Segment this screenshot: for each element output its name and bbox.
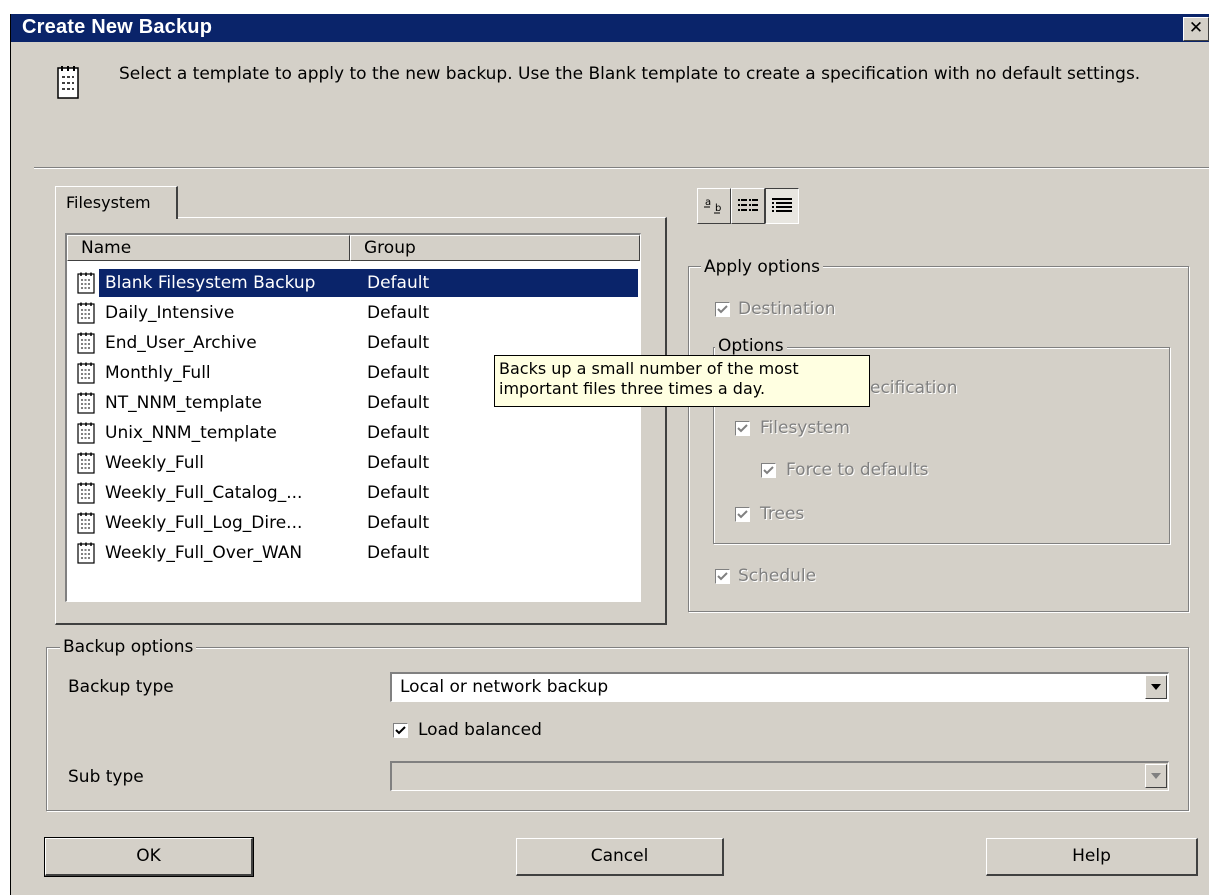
list-item-name: NT_NNM_template bbox=[105, 393, 262, 413]
close-button[interactable]: ✕ bbox=[1183, 17, 1209, 41]
backup-options-legend: Backup options bbox=[60, 637, 197, 657]
ok-button[interactable]: OK bbox=[44, 837, 254, 877]
list-item-name: Weekly_Full_Log_Dire... bbox=[105, 513, 303, 533]
force-defaults-checkbox[interactable] bbox=[761, 463, 776, 478]
template-icon bbox=[77, 302, 95, 324]
template-icon bbox=[77, 392, 95, 414]
destination-label: Destination bbox=[738, 299, 836, 319]
apply-options-legend: Apply options bbox=[701, 257, 824, 277]
trees-checkbox[interactable] bbox=[735, 507, 750, 522]
template-document-icon bbox=[57, 66, 79, 99]
load-balanced-checkbox[interactable] bbox=[393, 723, 408, 738]
load-balanced-label: Load balanced bbox=[418, 720, 542, 740]
list-view-icon bbox=[738, 199, 758, 211]
backup-type-label: Backup type bbox=[68, 677, 174, 697]
tooltip-line-2: important files three times a day. bbox=[499, 379, 766, 398]
checkmark-icon bbox=[717, 572, 728, 581]
force-defaults-label: Force to defaults bbox=[786, 460, 929, 480]
dropdown-arrow-icon[interactable] bbox=[1145, 764, 1167, 788]
list-item[interactable]: End_User_Archive Default bbox=[75, 329, 638, 357]
filesystem-checkbox[interactable] bbox=[735, 421, 750, 436]
list-item-name: Weekly_Full bbox=[105, 453, 204, 473]
list-item[interactable]: Weekly_Full Default bbox=[75, 449, 638, 477]
options-legend: Options bbox=[715, 336, 787, 356]
template-icon bbox=[77, 482, 95, 504]
tab-filesystem[interactable]: Filesystem bbox=[55, 186, 178, 219]
header-separator bbox=[34, 167, 1209, 169]
tooltip-line-1: Backs up a small number of the most bbox=[499, 359, 799, 378]
checkmark-icon bbox=[717, 305, 728, 314]
cancel-button[interactable]: Cancel bbox=[516, 838, 724, 876]
template-icon bbox=[77, 452, 95, 474]
intro-instructions: Select a template to apply to the new ba… bbox=[119, 64, 1141, 84]
large-icons-view-icon: a b bbox=[704, 197, 721, 214]
destination-checkbox[interactable] bbox=[715, 302, 730, 317]
list-item[interactable]: Weekly_Full_Over_WAN Default bbox=[75, 539, 638, 567]
list-item-name: Daily_Intensive bbox=[105, 303, 235, 323]
list-item-group: Default bbox=[354, 269, 638, 297]
details-view-icon bbox=[772, 198, 792, 212]
template-icon bbox=[77, 422, 95, 444]
list-item-name: Weekly_Full_Catalog_... bbox=[105, 483, 303, 503]
list-item-group: Default bbox=[367, 513, 430, 533]
sub-type-select[interactable] bbox=[390, 761, 1169, 791]
checkmark-icon bbox=[395, 726, 406, 735]
schedule-checkbox[interactable] bbox=[715, 569, 730, 584]
checkmark-icon bbox=[763, 466, 774, 475]
svg-text:b: b bbox=[715, 203, 721, 214]
schedule-label: Schedule bbox=[738, 566, 817, 586]
list-item-name: Weekly_Full_Over_WAN bbox=[105, 543, 303, 563]
template-icon bbox=[77, 362, 95, 384]
list-item-group: Default bbox=[367, 423, 430, 443]
template-list[interactable]: Name Group Blank Filesystem Backup Defaul… bbox=[65, 233, 641, 602]
checkmark-icon bbox=[737, 424, 748, 433]
backup-type-select[interactable]: Local or network backup bbox=[390, 672, 1169, 702]
specification-label: ecification bbox=[870, 378, 958, 398]
list-item[interactable]: Unix_NNM_template Default bbox=[75, 419, 638, 447]
template-tooltip: Backs up a small number of the most impo… bbox=[494, 355, 870, 407]
list-item-group: Default bbox=[367, 483, 430, 503]
list-item-group: Default bbox=[367, 543, 430, 563]
sub-type-label: Sub type bbox=[68, 767, 144, 787]
svg-text:a: a bbox=[705, 197, 711, 208]
details-view-button[interactable] bbox=[765, 188, 799, 224]
tab-filesystem-label: Filesystem bbox=[66, 193, 151, 212]
list-view-button[interactable] bbox=[731, 188, 765, 224]
list-item-name: End_User_Archive bbox=[105, 333, 257, 353]
template-icon bbox=[77, 512, 95, 534]
large-icons-view-button[interactable]: a b bbox=[697, 188, 731, 224]
template-icon bbox=[77, 272, 95, 294]
dropdown-arrow-icon[interactable] bbox=[1145, 675, 1167, 699]
list-item-name: Blank Filesystem Backup bbox=[99, 269, 354, 297]
list-item[interactable]: Blank Filesystem Backup Default bbox=[75, 269, 638, 297]
dialog-title: Create New Backup bbox=[22, 16, 213, 38]
help-button[interactable]: Help bbox=[986, 838, 1198, 876]
list-item[interactable]: Weekly_Full_Log_Dire... Default bbox=[75, 509, 638, 537]
list-item-name: Monthly_Full bbox=[105, 363, 211, 383]
list-item[interactable]: Daily_Intensive Default bbox=[75, 299, 638, 327]
list-item-group: Default bbox=[367, 333, 430, 353]
template-icon bbox=[77, 332, 95, 354]
backup-type-value: Local or network backup bbox=[400, 677, 609, 697]
list-item-group: Default bbox=[367, 453, 430, 473]
filesystem-label: Filesystem bbox=[760, 418, 850, 438]
trees-label: Trees bbox=[760, 504, 805, 524]
column-header-name[interactable]: Name bbox=[67, 235, 350, 261]
column-header-group[interactable]: Group bbox=[350, 235, 640, 261]
list-item-group: Default bbox=[367, 303, 430, 323]
template-icon bbox=[77, 542, 95, 564]
checkmark-icon bbox=[737, 510, 748, 519]
list-item[interactable]: Weekly_Full_Catalog_... Default bbox=[75, 479, 638, 507]
list-item-name: Unix_NNM_template bbox=[105, 423, 277, 443]
